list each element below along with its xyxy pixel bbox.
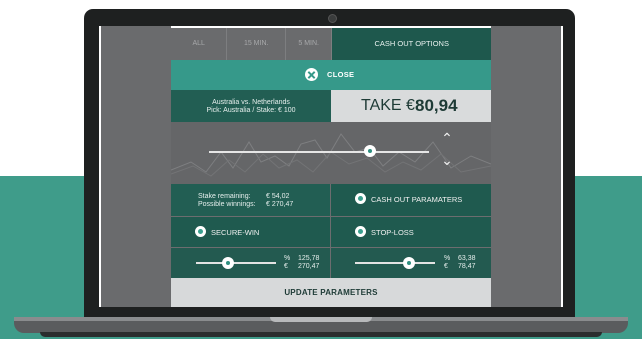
match-subtitle: Pick: Australia / Stake: € 100 [206,107,296,114]
stop-loss-slider-track[interactable] [355,262,435,264]
close-icon [305,68,318,81]
stop-loss-eur-symbol: € [444,263,448,270]
cash-out-parameters-label: CASH OUT PARAMATERS [371,195,463,204]
stake-remaining-row: Stake remaining: € 54,02 [198,193,328,200]
tab-cash-out-options[interactable]: CASH OUT OPTIONS [332,28,491,60]
chevron-up-icon[interactable]: ⌃ [441,131,453,145]
chevron-down-icon[interactable]: ⌄ [441,153,453,167]
side-panel-right [491,26,561,307]
stop-loss-values: % 63,38 €78,47 [444,255,476,271]
side-panel-left [101,26,171,307]
cash-out-parameters-radio[interactable] [355,193,366,204]
take-label: TAKE € [361,97,415,114]
stop-loss-label: STOP-LOSS [371,228,414,237]
stop-loss-pct: 63,38 [458,255,476,262]
secure-win-option[interactable]: SECURE-WIN [171,217,330,247]
webcam [328,14,337,23]
stop-loss-option[interactable]: STOP-LOSS [331,217,491,247]
stake-remaining-value: € 54,02 [266,193,290,200]
main-slider-thumb[interactable] [363,145,376,157]
stop-loss-radio[interactable] [355,226,366,237]
close-label: CLOSE [327,70,355,79]
secure-win-eur: 270,47 [298,263,320,270]
stop-loss-pct-symbol: % [444,255,451,262]
stop-loss-slider: % 63,38 €78,47 [331,248,491,278]
secure-win-slider: % 125,78 €270,47 [171,248,330,278]
tab-5-min[interactable]: 5 MIN. [285,28,333,60]
tab-15-min[interactable]: 15 MIN. [227,28,286,60]
secure-win-slider-thumb[interactable] [222,257,234,269]
take-value: 80,94 [415,96,458,115]
secure-win-pct: 125,78 [298,255,320,262]
secure-win-slider-track[interactable] [196,262,276,264]
laptop-notch [270,317,372,322]
cashout-app: ALL 15 MIN. 5 MIN. CASH OUT OPTIONS CLOS… [171,28,491,307]
match-info: Australia vs. Netherlands Pick: Australi… [171,90,331,122]
take-offer-button[interactable]: TAKE € 80,94 [331,90,491,122]
update-parameters-button[interactable]: UPDATE PARAMETERS [171,278,491,307]
possible-winnings-value: € 270,47 [266,201,294,208]
tab-all[interactable]: ALL [171,28,228,60]
secure-win-radio[interactable] [195,226,206,237]
main-slider-track[interactable] [209,151,429,153]
secure-win-label: SECURE-WIN [211,228,260,237]
stop-loss-eur: 78,47 [458,263,476,270]
stake-remaining-label: Stake remaining: [198,193,251,200]
stake-summary: Stake remaining: € 54,02 Possible winning… [171,184,330,216]
secure-win-eur-symbol: € [284,263,288,270]
cash-out-parameters-option[interactable]: CASH OUT PARAMATERS [331,184,491,216]
tab-bar: ALL 15 MIN. 5 MIN. CASH OUT OPTIONS [171,28,491,60]
possible-winnings-label: Possible winnings: [198,201,256,208]
stop-loss-slider-thumb[interactable] [403,257,416,269]
laptop-screen: ALL 15 MIN. 5 MIN. CASH OUT OPTIONS CLOS… [99,26,563,307]
odds-graph: ⌃ ⌄ [171,122,491,184]
secure-win-pct-symbol: % [284,255,291,262]
match-title: Australia vs. Netherlands [212,99,290,106]
possible-winnings-row: Possible winnings: € 270,47 [198,201,328,208]
close-button[interactable]: CLOSE [171,60,491,90]
laptop-base-shadow [40,332,602,337]
secure-win-values: % 125,78 €270,47 [284,255,319,271]
